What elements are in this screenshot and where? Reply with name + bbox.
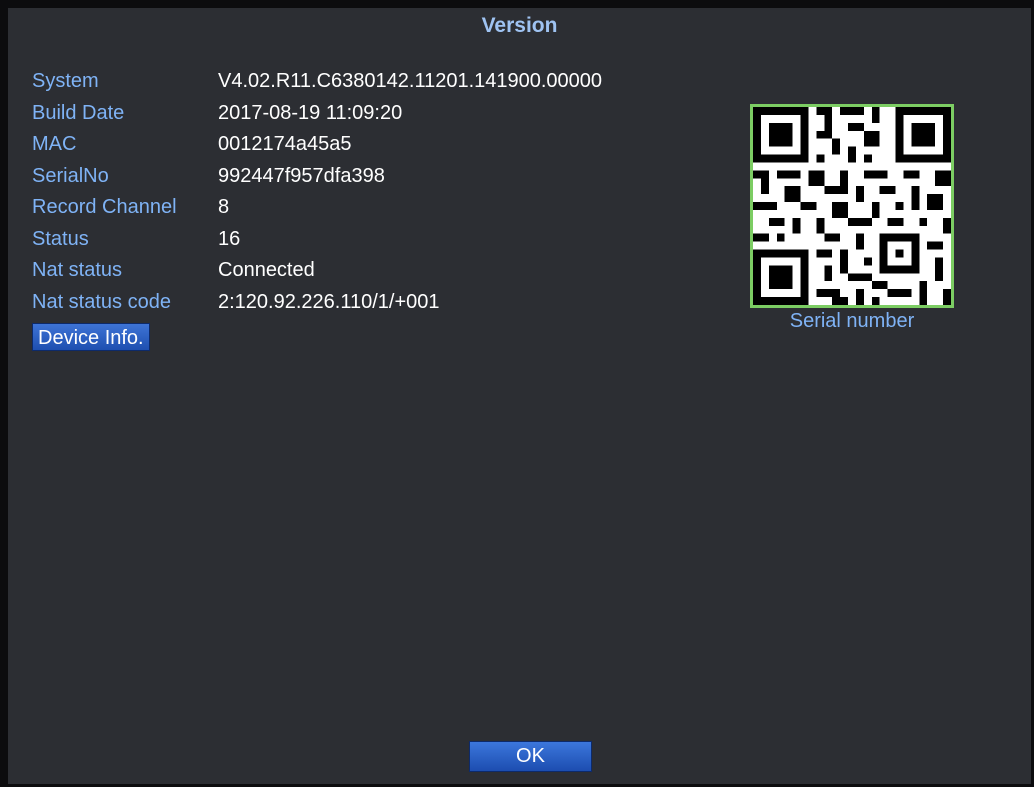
- version-dialog: Version System V4.02.R11.C6380142.11201.…: [0, 0, 1034, 787]
- system-label: System: [32, 70, 99, 92]
- build-date-label: Build Date: [32, 101, 125, 124]
- status-value: 16: [218, 227, 241, 250]
- serial-qr-code: [750, 104, 954, 308]
- qr-code-icon: [753, 107, 951, 305]
- serial-no-label: SerialNo: [32, 164, 109, 187]
- qr-caption: Serial number: [789, 310, 915, 332]
- info-row-mac: MAC 0012174a45a5: [32, 129, 602, 161]
- status-label: Status: [32, 227, 89, 250]
- ok-button[interactable]: OK: [469, 741, 592, 772]
- dialog-title: Version: [481, 14, 558, 37]
- info-row-build-date: Build Date 2017-08-19 11:09:20: [32, 98, 602, 130]
- info-row-record-channel: Record Channel 8: [32, 192, 602, 224]
- info-row-serial-no: SerialNo 992447f957dfa398: [32, 161, 602, 193]
- build-date-value: 2017-08-19 11:09:20: [218, 101, 403, 124]
- info-row-nat-status-code: Nat status code 2:120.92.226.110/1/+001: [32, 287, 602, 319]
- record-channel-value: 8: [218, 196, 230, 218]
- device-info-button[interactable]: Device Info.: [32, 323, 150, 351]
- serial-no-value: 992447f957dfa398: [218, 164, 385, 187]
- mac-label: MAC: [32, 133, 77, 155]
- system-value: V4.02.R11.C6380142.11201.141900.00000: [218, 70, 603, 92]
- info-row-system: System V4.02.R11.C6380142.11201.141900.0…: [32, 66, 602, 98]
- nat-status-value: Connected: [218, 259, 315, 281]
- record-channel-label: Record Channel: [32, 196, 177, 218]
- nat-status-label: Nat status: [32, 259, 123, 281]
- nat-status-code-label: Nat status code: [32, 290, 171, 313]
- mac-value: 0012174a45a5: [218, 133, 352, 155]
- info-row-nat-status: Nat status Connected: [32, 255, 602, 287]
- info-row-status: Status 16: [32, 224, 602, 256]
- info-list: System V4.02.R11.C6380142.11201.141900.0…: [32, 66, 602, 318]
- nat-status-code-value: 2:120.92.226.110/1/+001: [218, 290, 440, 313]
